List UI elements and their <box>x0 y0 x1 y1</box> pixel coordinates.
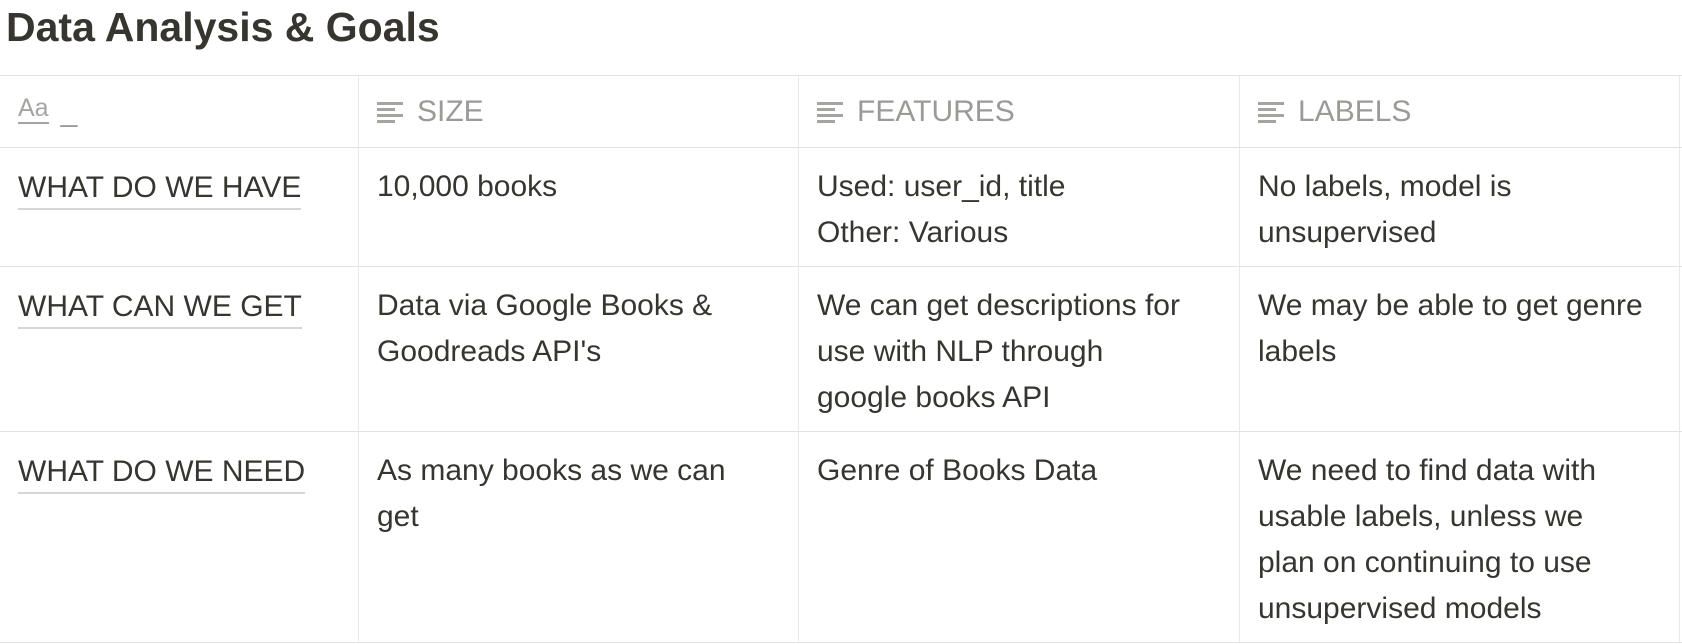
row-title-link[interactable]: WHAT CAN WE GET <box>18 287 302 329</box>
cell-text: use with NLP through <box>817 335 1104 368</box>
size-cell[interactable]: Data via Google Books & Goodreads API's <box>359 267 799 431</box>
labels-cell[interactable]: We need to find data with usable labels,… <box>1240 432 1680 642</box>
table-row[interactable]: WHAT DO WE HAVE 10,000 books Used: user_… <box>0 148 1682 267</box>
features-cell[interactable]: We can get descriptions for use with NLP… <box>799 267 1240 431</box>
text-property-icon <box>377 100 403 124</box>
cell-text: We can get descriptions for <box>817 289 1180 322</box>
cell-text: usable labels, unless we <box>1258 500 1584 533</box>
title-cell[interactable]: WHAT DO WE NEED <box>0 432 359 642</box>
features-cell[interactable]: Genre of Books Data <box>799 432 1240 642</box>
cell-text: We need to find data with <box>1258 454 1596 487</box>
cell-text: Goodreads API's <box>377 335 602 368</box>
cell-text: Genre of Books Data <box>817 454 1098 487</box>
column-header-size[interactable]: SIZE <box>359 76 799 147</box>
cell-text: 10,000 books <box>377 170 558 203</box>
labels-cell[interactable]: No labels, model is unsupervised <box>1240 148 1680 266</box>
cell-text: Used: user_id, title <box>817 170 1066 203</box>
column-header-label: LABELS <box>1298 95 1412 128</box>
cell-text: google books API <box>817 381 1051 414</box>
cell-text: Other: Various <box>817 216 1009 249</box>
column-header-labels[interactable]: LABELS <box>1240 76 1680 147</box>
features-cell[interactable]: Used: user_id, title Other: Various <box>799 148 1240 266</box>
row-title-link[interactable]: WHAT DO WE HAVE <box>18 168 302 210</box>
database-table: Aa _ SIZE FEATURES LABELS WHAT DO WE HAV… <box>0 75 1682 643</box>
column-header-label: FEATURES <box>857 95 1015 128</box>
cell-text: unsupervised models <box>1258 592 1542 625</box>
table-row[interactable]: WHAT DO WE NEED As many books as we can … <box>0 432 1682 643</box>
title-property-icon: Aa <box>18 94 49 124</box>
text-property-icon <box>817 100 843 124</box>
cell-text: Data via Google Books & <box>377 289 713 322</box>
labels-cell[interactable]: We may be able to get genre labels <box>1240 267 1680 431</box>
column-header-label: _ <box>60 95 78 128</box>
text-property-icon <box>1258 100 1284 124</box>
row-title-link[interactable]: WHAT DO WE NEED <box>18 452 306 494</box>
cell-text: We may be able to get genre <box>1258 289 1643 322</box>
column-header-title[interactable]: Aa _ <box>0 76 359 147</box>
title-cell[interactable]: WHAT DO WE HAVE <box>0 148 359 266</box>
column-header-label: SIZE <box>417 95 484 128</box>
cell-text: No labels, model is <box>1258 170 1512 203</box>
cell-text: unsupervised <box>1258 216 1437 249</box>
table-row[interactable]: WHAT CAN WE GET Data via Google Books & … <box>0 267 1682 432</box>
cell-text: plan on continuing to use <box>1258 546 1592 579</box>
size-cell[interactable]: 10,000 books <box>359 148 799 266</box>
table-header-row: Aa _ SIZE FEATURES LABELS <box>0 76 1682 148</box>
cell-text: labels <box>1258 335 1337 368</box>
page-title: Data Analysis & Goals <box>6 4 440 50</box>
column-header-features[interactable]: FEATURES <box>799 76 1240 147</box>
cell-text: get <box>377 500 419 533</box>
cell-text: As many books as we can <box>377 454 726 487</box>
size-cell[interactable]: As many books as we can get <box>359 432 799 642</box>
title-cell[interactable]: WHAT CAN WE GET <box>0 267 359 431</box>
